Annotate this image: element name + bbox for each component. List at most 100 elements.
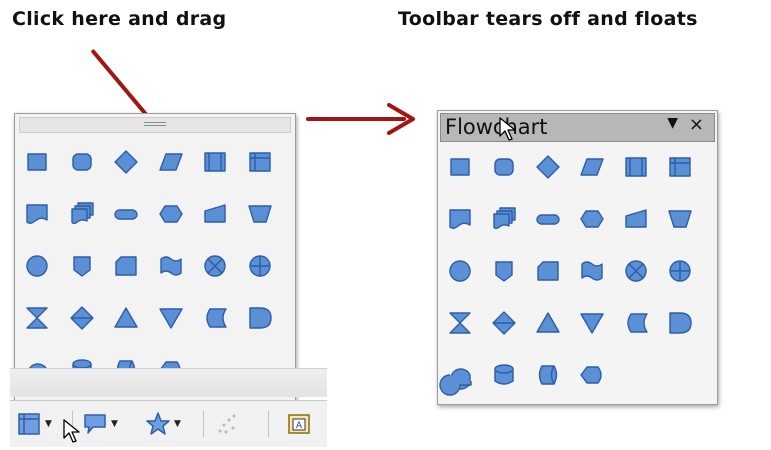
flowchart-summing-junction-button[interactable]: [199, 250, 231, 282]
flowchart-manual-input-icon: [204, 204, 226, 223]
flowchart-sort-icon: [69, 306, 94, 330]
flowchart-off-page-connector-button[interactable]: [488, 255, 520, 287]
flowchart-manual-input-icon: [625, 209, 647, 228]
flowchart-extract-button[interactable]: [532, 307, 564, 339]
flowchart-preparation-icon: [158, 205, 183, 223]
flowchart-internal-storage-button[interactable]: [664, 151, 696, 183]
flowchart-direct-access-storage-button[interactable]: [532, 359, 564, 391]
flowchart-manual-input-button[interactable]: [620, 203, 652, 235]
flowchart-or-button[interactable]: [244, 250, 276, 282]
svg-text:A: A: [296, 421, 303, 431]
flowchart-alternate-process-button[interactable]: [66, 146, 98, 178]
drag-handle[interactable]: [19, 117, 291, 133]
dropdown-arrow-icon[interactable]: ▼: [111, 419, 118, 429]
flowchart-stored-data-icon: [627, 313, 648, 333]
callouts-toolbar-button[interactable]: ▼: [82, 409, 118, 439]
flowchart-collate-button[interactable]: [21, 302, 53, 334]
dropdown-arrow-icon[interactable]: ▼: [174, 419, 181, 429]
flowchart-punched-tape-icon: [581, 261, 603, 281]
flowchart-sort-button[interactable]: [66, 302, 98, 334]
flowchart-extract-button[interactable]: [110, 302, 142, 334]
flowchart-or-button[interactable]: [664, 255, 696, 287]
flowchart-document-button[interactable]: [444, 203, 476, 235]
flowchart-multidocument-button[interactable]: [488, 203, 520, 235]
flowchart-manual-operation-button[interactable]: [664, 203, 696, 235]
fontwork-toolbar-button[interactable]: A: [286, 409, 312, 439]
close-icon[interactable]: ×: [689, 114, 704, 135]
stars-toolbar-button[interactable]: ▼: [145, 409, 181, 439]
flowchart-display-icon: [580, 366, 602, 384]
flowchart-magnetic-disc-icon: [494, 364, 514, 385]
flowchart-process-button[interactable]: [21, 146, 53, 178]
grip-icon: [144, 122, 166, 128]
flowchart-predefined-process-button[interactable]: [620, 151, 652, 183]
toolbar-separator: [72, 411, 73, 437]
flowchart-merge-button[interactable]: [155, 302, 187, 334]
flowchart-connector-button[interactable]: [444, 255, 476, 287]
flowchart-internal-storage-button[interactable]: [244, 146, 276, 178]
flowchart-collate-icon: [449, 312, 471, 334]
toolbar-separator: [203, 411, 204, 437]
flowchart-icon: [18, 413, 40, 435]
flowchart-multidocument-button[interactable]: [66, 198, 98, 230]
flowchart-terminator-button[interactable]: [110, 198, 142, 230]
flowchart-manual-operation-button[interactable]: [244, 198, 276, 230]
flowchart-document-button[interactable]: [21, 198, 53, 230]
callout-icon: [84, 414, 106, 434]
flowchart-decision-button[interactable]: [110, 146, 142, 178]
flowchart-summing-junction-button[interactable]: [620, 255, 652, 287]
dropdown-arrow-icon[interactable]: ▼: [667, 115, 678, 131]
flowchart-card-icon: [115, 256, 137, 276]
flowchart-merge-icon: [158, 308, 183, 329]
flowchart-collate-button[interactable]: [444, 307, 476, 339]
flowchart-alternate-process-icon: [71, 153, 92, 171]
flowchart-card-button[interactable]: [110, 250, 142, 282]
flowchart-predefined-process-button[interactable]: [199, 146, 231, 178]
flowchart-stored-data-button[interactable]: [199, 302, 231, 334]
flowchart-off-page-connector-icon: [72, 256, 91, 277]
flowchart-multidocument-icon: [70, 202, 94, 225]
flowchart-punched-tape-button[interactable]: [155, 250, 187, 282]
flowchart-card-icon: [537, 261, 559, 281]
flowchart-magnetic-disc-button[interactable]: [488, 359, 520, 391]
flowchart-off-page-connector-button[interactable]: [66, 250, 98, 282]
flowchart-merge-button[interactable]: [576, 307, 608, 339]
flowchart-delay-icon: [669, 312, 692, 334]
flowchart-sequential-access-icon: [439, 368, 472, 396]
flowchart-sort-button[interactable]: [488, 307, 520, 339]
flowchart-toolbar-button[interactable]: ▼: [16, 409, 52, 439]
floating-title-bar[interactable]: Flowchart ▼ ×: [440, 113, 715, 142]
flowchart-predefined-process-icon: [204, 152, 226, 172]
flowchart-card-button[interactable]: [532, 255, 564, 287]
points-icon: [218, 414, 236, 434]
points-toolbar-button[interactable]: [214, 409, 240, 439]
flowchart-connector-icon: [449, 260, 471, 282]
flowchart-extract-icon: [114, 307, 138, 328]
flowchart-collate-icon: [26, 307, 48, 329]
flowchart-delay-button[interactable]: [244, 302, 276, 334]
flowchart-delay-button[interactable]: [664, 307, 696, 339]
flowchart-decision-icon: [536, 155, 560, 179]
flowchart-stored-data-button[interactable]: [620, 307, 652, 339]
dropdown-arrow-icon[interactable]: ▼: [45, 419, 52, 429]
flowchart-data-button[interactable]: [576, 151, 608, 183]
flowchart-connector-button[interactable]: [21, 250, 53, 282]
flowchart-or-icon: [669, 260, 691, 282]
flowchart-decision-button[interactable]: [532, 151, 564, 183]
flowchart-preparation-button[interactable]: [576, 203, 608, 235]
flowchart-data-icon: [580, 158, 604, 176]
flowchart-manual-input-button[interactable]: [199, 198, 231, 230]
flowchart-alternate-process-button[interactable]: [488, 151, 520, 183]
flowchart-extract-icon: [536, 312, 560, 333]
flowchart-preparation-button[interactable]: [155, 198, 187, 230]
flowchart-delay-icon: [248, 307, 272, 329]
flowchart-punched-tape-button[interactable]: [576, 255, 608, 287]
flowchart-multidocument-icon: [493, 207, 516, 230]
flowchart-data-button[interactable]: [155, 146, 187, 178]
flowchart-sort-icon: [492, 311, 516, 335]
flowchart-process-button[interactable]: [444, 151, 476, 183]
flowchart-terminator-button[interactable]: [532, 203, 564, 235]
flowchart-display-button[interactable]: [576, 359, 608, 391]
flowchart-or-icon: [248, 255, 271, 277]
flowchart-sequential-access-button[interactable]: [439, 359, 476, 396]
